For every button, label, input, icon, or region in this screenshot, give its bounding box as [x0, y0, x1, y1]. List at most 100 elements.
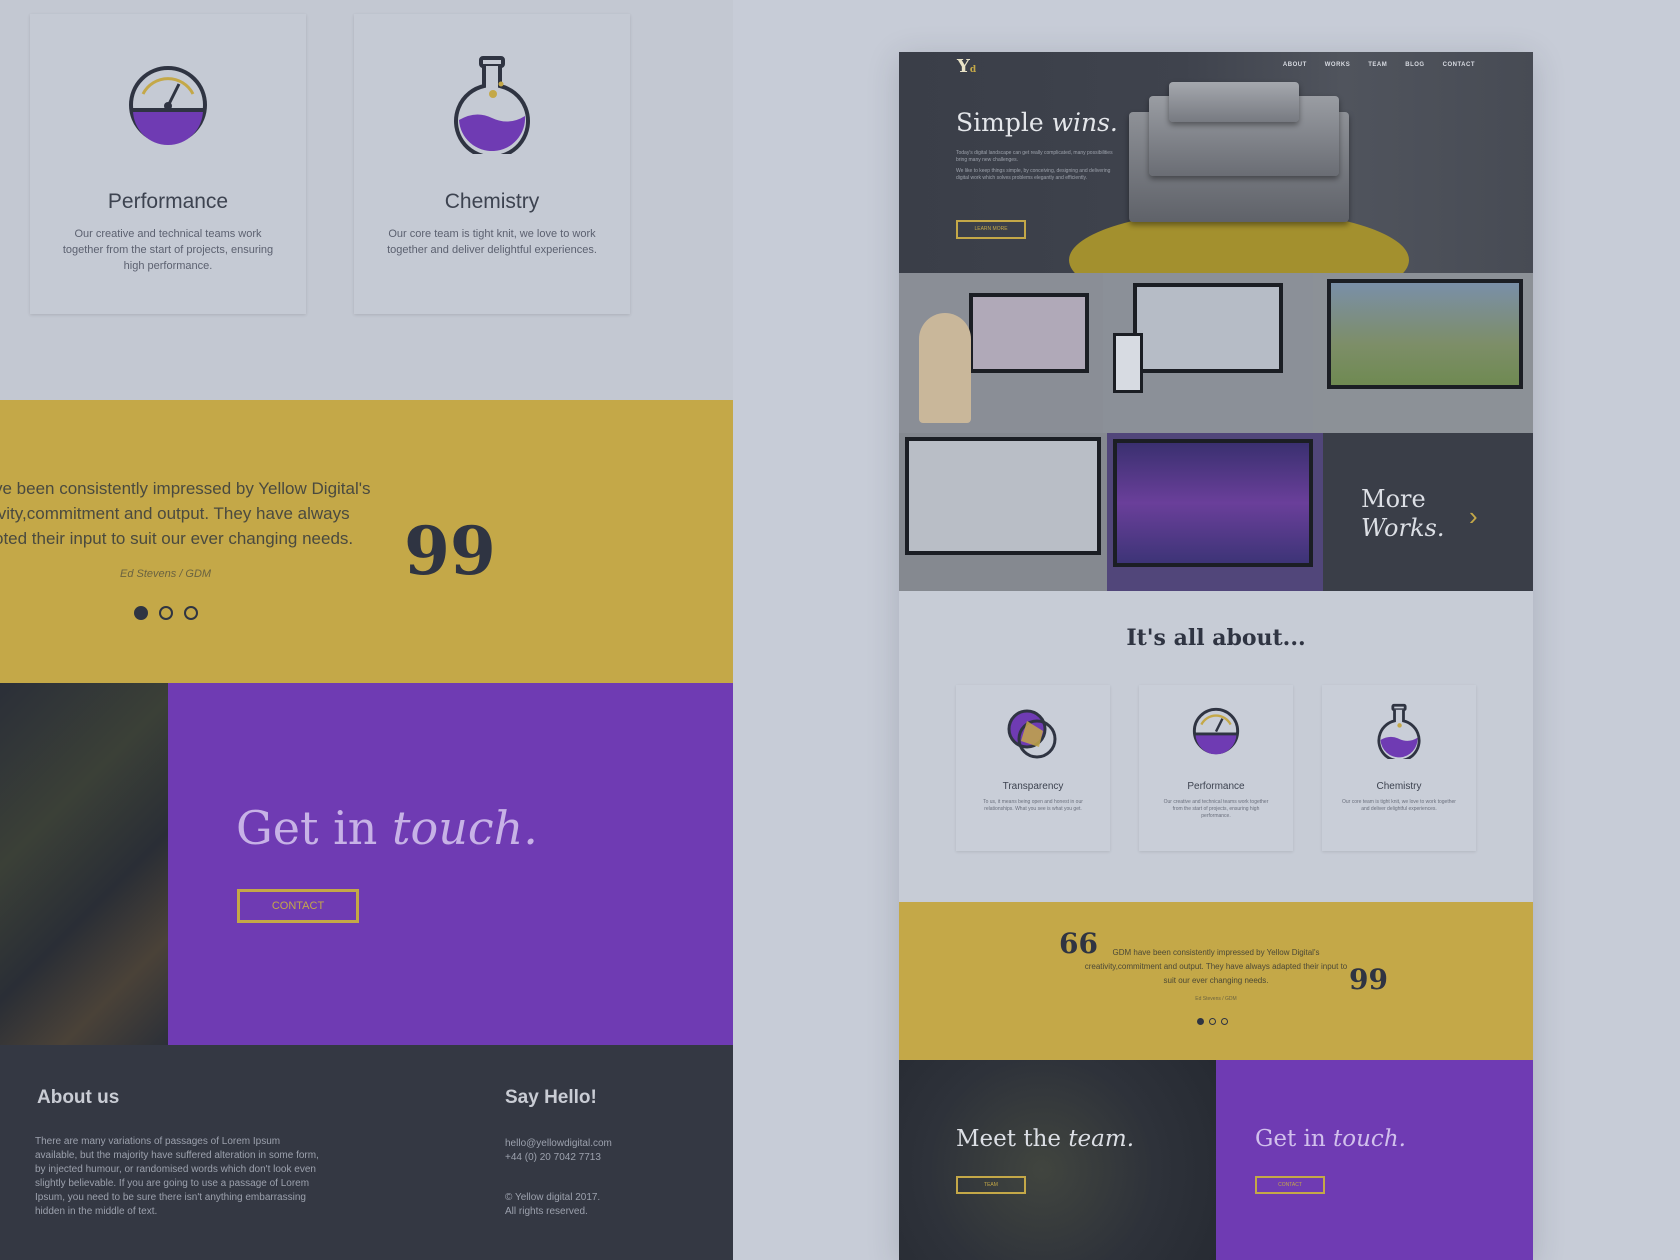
- about-title: About us: [37, 1087, 120, 1108]
- work-tile[interactable]: [1107, 433, 1323, 591]
- more-works-line: Works.: [1361, 514, 1445, 542]
- performance-card: Performance Our creative and technical t…: [30, 14, 306, 314]
- carousel-dot[interactable]: [1221, 1018, 1228, 1025]
- carousel-dot[interactable]: [184, 606, 198, 620]
- work-phone: [1113, 333, 1143, 393]
- testimonial-author: Ed Stevens / GDM: [120, 568, 212, 580]
- hero-title-em: wins.: [1051, 108, 1118, 137]
- nav-works[interactable]: WORKS: [1325, 62, 1351, 68]
- more-works-line: More: [1361, 485, 1426, 513]
- testimonial-section: ve been consistently impressed by Yellow…: [0, 400, 733, 683]
- testimonial-line: ivity,commitment and output. They have a…: [0, 504, 350, 523]
- team-section: Meet the team. TEAM: [899, 1060, 1216, 1260]
- hero-title: Simple wins.: [956, 108, 1118, 137]
- team-title-em: team.: [1068, 1126, 1134, 1152]
- contact-button[interactable]: CONTACT: [1255, 1176, 1325, 1194]
- team-title: Meet the team.: [956, 1126, 1134, 1152]
- nav-contact[interactable]: CONTACT: [1443, 62, 1475, 68]
- about-section-title: It's all about...: [1126, 625, 1306, 651]
- testimonial-section: 66 GDM have been consistently impressed …: [899, 902, 1533, 1060]
- contact-title-em: touch.: [1333, 1126, 1406, 1152]
- works-grid: More Works. ›: [899, 273, 1533, 591]
- close-quote-icon: 99: [404, 512, 496, 590]
- hero-desc-line: We like to keep things simple, by concei…: [956, 168, 1111, 181]
- work-tile[interactable]: [1313, 273, 1533, 433]
- contact-button[interactable]: CONTACT: [237, 889, 359, 923]
- carousel-dots: [134, 606, 198, 620]
- card-text: To us, it means being open and honest in…: [983, 799, 1083, 812]
- contact-title-plain: Get in: [1255, 1126, 1334, 1152]
- email-link[interactable]: hello@yellowdigital.com: [505, 1137, 612, 1151]
- chemistry-card: Chemistry Our core team is tight knit, w…: [354, 14, 630, 314]
- card-text: Our creative and technical teams work to…: [1163, 799, 1269, 819]
- hero-title-plain: Simple: [956, 108, 1052, 137]
- chevron-right-icon[interactable]: ›: [1469, 501, 1478, 532]
- card-text: Our core team is tight knit, we love to …: [387, 228, 597, 256]
- logo[interactable]: Yd: [957, 56, 976, 77]
- transparency-card: Transparency To us, it means being open …: [956, 685, 1110, 851]
- card-title: Chemistry: [1376, 781, 1422, 792]
- testimonial-text: ve been consistently impressed by Yellow…: [0, 476, 414, 551]
- logo-main: Y: [957, 56, 970, 77]
- carousel-dot[interactable]: [134, 606, 148, 620]
- more-works-tile[interactable]: More Works. ›: [1323, 433, 1533, 591]
- phone-number: +44 (0) 20 7042 7713: [505, 1152, 601, 1163]
- nav-about[interactable]: ABOUT: [1283, 62, 1307, 68]
- contact-title: Get in touch.: [1255, 1126, 1406, 1152]
- testimonial-author: Ed Stevens / GDM: [1195, 996, 1237, 1002]
- hero-desc-line: Today's digital landscape can get really…: [956, 150, 1113, 163]
- work-tile[interactable]: [899, 433, 1107, 591]
- team-title-plain: Meet the: [956, 1126, 1069, 1152]
- close-quote-icon: 99: [1349, 963, 1388, 996]
- testimonial-line: ve been consistently impressed by Yellow…: [0, 479, 371, 498]
- card-title: Performance: [1187, 781, 1245, 792]
- copyright: © Yellow digital 2017.: [505, 1192, 601, 1203]
- screenshot-stage: Performance Our creative and technical t…: [0, 0, 1680, 1260]
- carousel-dots: [1197, 1018, 1228, 1025]
- card-title: Transparency: [1002, 781, 1064, 792]
- logo-small: d: [969, 65, 977, 75]
- nav-blog[interactable]: BLOG: [1405, 62, 1424, 68]
- chemistry-card: Chemistry Our core team is tight knit, w…: [1322, 685, 1476, 851]
- testimonial-line: oted their input to suit our ever changi…: [0, 529, 354, 548]
- nav-team[interactable]: TEAM: [1368, 62, 1387, 68]
- work-screen: [1133, 283, 1283, 373]
- hello-title: Say Hello!: [505, 1087, 597, 1108]
- gauge-icon: [1192, 707, 1240, 755]
- performance-card: Performance Our creative and technical t…: [1139, 685, 1293, 851]
- work-screen: [969, 293, 1089, 373]
- work-tile[interactable]: [899, 273, 1103, 433]
- card-title: Performance: [107, 190, 229, 213]
- card-title: Chemistry: [444, 190, 540, 213]
- work-figure: [919, 313, 971, 423]
- flask-icon: [454, 56, 530, 154]
- carousel-dot[interactable]: [1197, 1018, 1204, 1025]
- device-stack: [1169, 82, 1299, 122]
- transparency-icon: [1007, 709, 1057, 759]
- contact-title-plain: Get in: [236, 801, 393, 855]
- hero-description: Today's digital landscape can get really…: [956, 150, 1116, 182]
- carousel-dot[interactable]: [159, 606, 173, 620]
- card-text: Our core team is tight knit, we love to …: [1342, 799, 1456, 812]
- hero-section: Yd ABOUT WORKS TEAM BLOG CONTACT Simple …: [899, 52, 1533, 273]
- contact-title: Get in touch.: [236, 801, 538, 855]
- nav-links: ABOUT WORKS TEAM BLOG CONTACT: [1283, 62, 1475, 68]
- work-screen: [1327, 279, 1523, 389]
- contact-title-em: touch.: [392, 801, 538, 855]
- footer: About us There are many variations of pa…: [0, 1045, 733, 1260]
- gauge-icon: [129, 66, 207, 145]
- work-tile[interactable]: [1103, 273, 1313, 433]
- contact-section: Get in touch. CONTACT: [1216, 1060, 1533, 1260]
- about-section: It's all about... Transparency To us, it…: [899, 591, 1533, 902]
- flask-icon: [1377, 703, 1421, 759]
- rights: All rights reserved.: [505, 1206, 588, 1217]
- full-page-mockup: Yd ABOUT WORKS TEAM BLOG CONTACT Simple …: [899, 52, 1533, 1260]
- zoomed-page-section: Performance Our creative and technical t…: [0, 0, 733, 1260]
- work-screen: [905, 437, 1101, 555]
- card-text: Our creative and technical teams work to…: [62, 228, 274, 272]
- carousel-dot[interactable]: [1209, 1018, 1216, 1025]
- learn-more-button[interactable]: LEARN MORE: [956, 220, 1026, 239]
- about-text: There are many variations of passages of…: [35, 1136, 319, 1217]
- team-button[interactable]: TEAM: [956, 1176, 1026, 1194]
- team-photo: [0, 683, 168, 1045]
